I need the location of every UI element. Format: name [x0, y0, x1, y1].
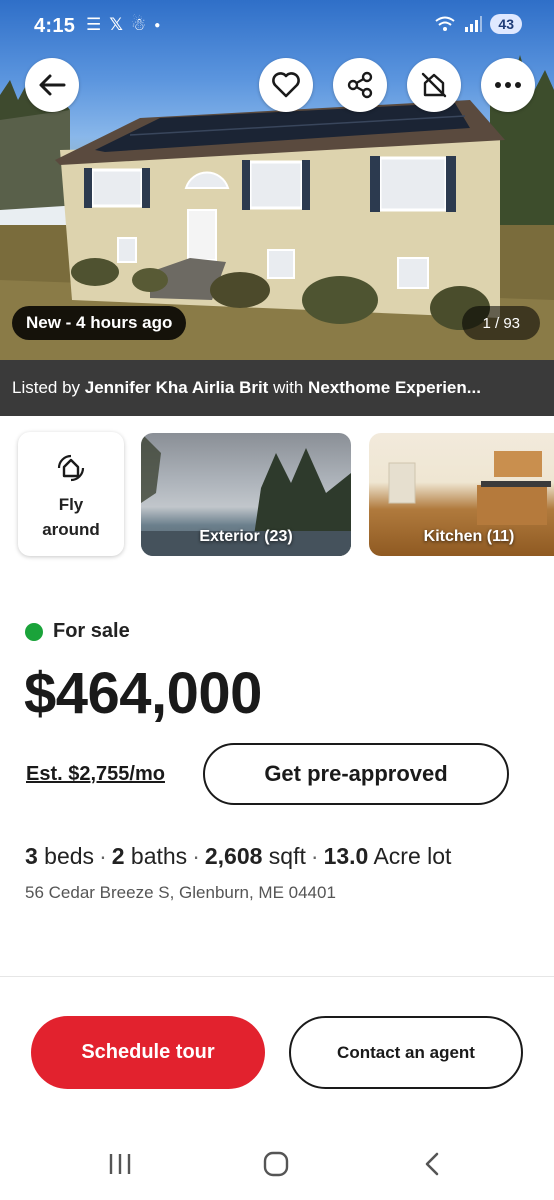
hide-home-icon [421, 72, 447, 98]
back-arrow-icon [39, 74, 66, 96]
baths-count: 2 [111, 843, 125, 869]
for-sale-status-dot [25, 622, 43, 641]
listing-hero-photo[interactable]: 4:15 ☰ 𝕏 ☃ ● 43 New - 4 hours ago 1 / 93 [0, 0, 554, 360]
status-notification-icons: ☰ 𝕏 ☃ ● [86, 15, 160, 35]
sqft-label: sqft [262, 843, 306, 869]
listing-price: $464,000 [24, 661, 262, 726]
listing-address: 56 Cedar Breeze S, Glenburn, ME 04401 [25, 883, 336, 902]
section-divider [0, 976, 554, 977]
more-options-button[interactable] [481, 58, 535, 112]
home-button[interactable] [256, 1148, 296, 1180]
listing-status: For sale [25, 620, 130, 643]
lot-size: 13.0 [323, 843, 369, 869]
listing-agent-name[interactable]: Jennifer Kha Airlia Brit [85, 378, 269, 398]
new-listing-badge: New - 4 hours ago [12, 306, 187, 340]
contact-agent-button[interactable]: Contact an agent [289, 1016, 523, 1089]
status-time: 4:15 [34, 15, 76, 37]
notification-icon: ☃ [130, 15, 147, 34]
kitchen-label: Kitchen (11) [423, 528, 515, 545]
sqft-count: 2,608 [204, 843, 263, 869]
baths-label: baths [124, 843, 188, 869]
media-carousel[interactable]: Fly around Exterior (23) Kitchen (11) [0, 432, 554, 558]
system-navigation-bar [0, 1130, 554, 1200]
fact-separator: · [99, 843, 107, 869]
fly-around-icon [57, 454, 85, 482]
lot-label: Acre lot [368, 843, 452, 869]
app-e-icon: ☰ [86, 15, 102, 34]
signal-icon [465, 16, 483, 32]
more-icon [495, 82, 521, 88]
battery-indicator: 43 [490, 14, 522, 34]
dot-icon: ● [154, 19, 161, 31]
hide-listing-button[interactable] [407, 58, 461, 112]
photo-counter: 1 / 93 [462, 306, 540, 340]
share-icon [347, 71, 373, 99]
system-back-button[interactable] [412, 1148, 452, 1180]
listed-by-prefix: Listed by [12, 378, 85, 397]
beds-label: beds [37, 843, 95, 869]
listed-by-bar: Listed by Jennifer Kha Airlia Brit with … [0, 360, 554, 416]
recent-apps-icon [109, 1154, 131, 1174]
exterior-photos-card[interactable]: Exterior (23) [141, 433, 351, 556]
listed-by-with: with [268, 378, 309, 397]
share-button[interactable] [333, 58, 387, 112]
fact-separator: · [310, 843, 319, 869]
back-button[interactable] [25, 58, 79, 112]
heart-icon [272, 72, 300, 98]
schedule-tour-button[interactable]: Schedule tour [31, 1016, 265, 1089]
chevron-left-icon [425, 1152, 439, 1176]
listing-status-text: For sale [53, 620, 130, 642]
status-right-icons: 43 [434, 14, 522, 34]
property-facts: 3 beds · 2 baths · 2,608 sqft · 13.0 Acre lot [25, 843, 451, 870]
wifi-icon [435, 16, 456, 31]
status-bar: 4:15 ☰ 𝕏 ☃ ● 43 [0, 0, 554, 52]
exterior-label: Exterior (23) [199, 528, 293, 545]
favorite-button[interactable] [259, 58, 313, 112]
home-icon [263, 1151, 289, 1177]
fly-around-label: Fly around [42, 495, 100, 539]
recent-apps-button[interactable] [100, 1148, 140, 1180]
fact-separator: · [192, 843, 200, 869]
monthly-estimate-link[interactable]: Est. $2,755/mo [26, 763, 165, 786]
kitchen-photos-card[interactable]: Kitchen (11) [369, 433, 554, 556]
fly-around-button[interactable]: Fly around [18, 432, 124, 556]
brokerage-name[interactable]: Nexthome Experien... [308, 378, 481, 398]
beds-count: 3 [25, 843, 38, 869]
get-pre-approved-button[interactable]: Get pre-approved [203, 743, 509, 805]
x-icon: 𝕏 [109, 15, 123, 34]
